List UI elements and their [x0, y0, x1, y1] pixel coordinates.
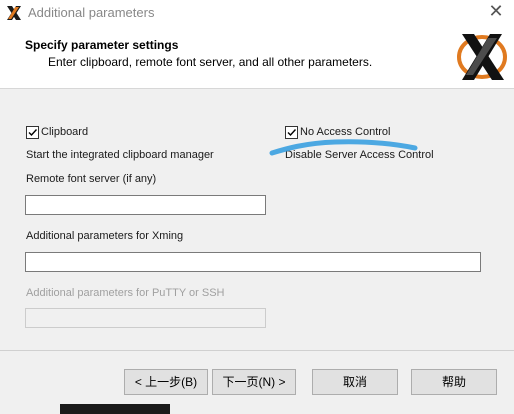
footer-divider [0, 350, 514, 351]
xming-params-label: Additional parameters for Xming [26, 230, 184, 242]
clipboard-label[interactable]: Clipboard [41, 126, 88, 138]
putty-params-input [25, 308, 266, 328]
annotation-scribble [269, 139, 418, 156]
xming-logo-icon [456, 30, 508, 84]
putty-params-label: Additional parameters for PuTTY or SSH [26, 287, 225, 299]
cancel-button[interactable]: 取消 [312, 369, 398, 395]
window-title: Additional parameters [28, 5, 155, 20]
remote-font-server-input[interactable] [25, 195, 266, 215]
remote-font-server-label: Remote font server (if any) [26, 173, 157, 185]
back-button[interactable]: < 上一步(B) [124, 369, 208, 395]
background-window-strip [60, 404, 170, 414]
clipboard-checkbox[interactable] [26, 126, 39, 139]
help-button[interactable]: 帮助 [411, 369, 497, 395]
next-button[interactable]: 下一页(N) > [212, 369, 296, 395]
xming-x-icon [6, 4, 22, 22]
close-icon[interactable]: ✕ [488, 3, 504, 21]
xming-params-input[interactable] [25, 252, 481, 272]
clipboard-description: Start the integrated clipboard manager [26, 149, 214, 161]
page-title: Specify parameter settings [25, 38, 179, 52]
page-subtitle: Enter clipboard, remote font server, and… [48, 55, 373, 69]
